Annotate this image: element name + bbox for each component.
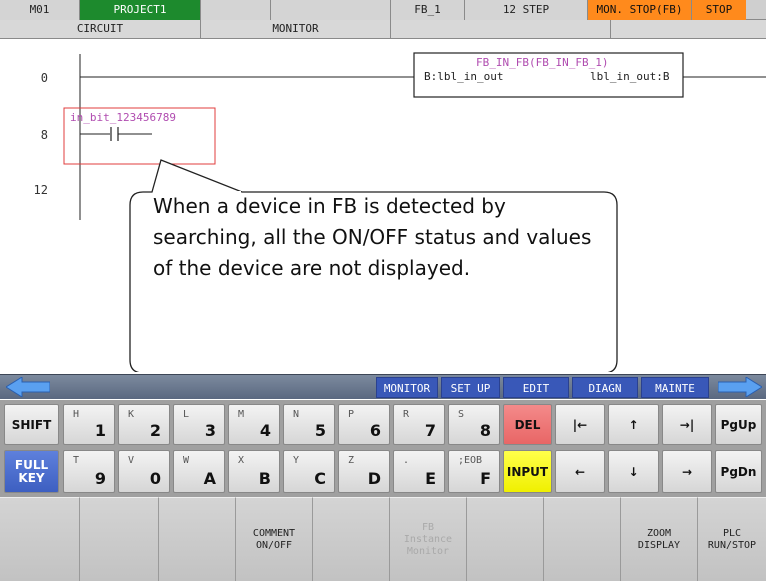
status-cell-empty <box>201 0 271 20</box>
tab-edit[interactable]: EDIT <box>503 377 569 398</box>
key-6[interactable]: P 6 <box>338 404 390 445</box>
softkey-1[interactable] <box>0 497 80 581</box>
comment-on-off-button[interactable]: COMMENT ON/OFF <box>236 497 313 581</box>
view-header-empty <box>391 20 611 38</box>
key-a[interactable]: W A <box>173 450 225 493</box>
circuit-label: CIRCUIT <box>0 20 201 38</box>
right-arrow-key[interactable]: → <box>662 450 712 493</box>
ladder-diagram[interactable]: 0 8 12 FB_IN_FB(FB_IN_FB_1) B:lbl_in_out… <box>0 40 766 372</box>
status-bar: M01 PROJECT1 FB_1 12 STEP MON. STOP(FB) … <box>0 0 766 20</box>
key-1[interactable]: H 1 <box>63 404 115 445</box>
end-key[interactable]: →| <box>662 404 712 445</box>
monitor-label: MONITOR <box>201 20 391 38</box>
project-name: PROJECT1 <box>80 0 201 20</box>
left-arrow-key[interactable]: ← <box>555 450 605 493</box>
status-cell-empty <box>271 0 391 20</box>
key-d[interactable]: Z D <box>338 450 390 493</box>
softkey-2[interactable] <box>80 497 159 581</box>
tab-mainte[interactable]: MAINTE <box>641 377 709 398</box>
plc-status-badge: STOP <box>692 0 746 20</box>
fb-input-label: B:lbl_in_out <box>424 70 504 83</box>
step-number: 8 <box>40 128 48 142</box>
step-number: 12 <box>33 183 48 197</box>
step-count: 12 STEP <box>465 0 588 20</box>
key-3[interactable]: L 3 <box>173 404 225 445</box>
softkey-3[interactable] <box>159 497 236 581</box>
view-header: CIRCUIT MONITOR <box>0 20 766 39</box>
arrow-left-icon[interactable] <box>6 377 50 397</box>
tab-monitor[interactable]: MONITOR <box>376 377 438 398</box>
page-up-key[interactable]: PgUp <box>715 404 762 445</box>
plc-run-stop-button[interactable]: PLC RUN/STOP <box>698 497 766 581</box>
key-8[interactable]: S 8 <box>448 404 500 445</box>
key-5[interactable]: N 5 <box>283 404 335 445</box>
fb-output-label: lbl_in_out:B <box>590 70 670 83</box>
function-tab-bar: MONITOR SET UP EDIT DIAGN MAINTE <box>0 374 766 399</box>
monitor-mode-badge: MON. STOP(FB) <box>588 0 692 20</box>
arrow-right-icon[interactable] <box>718 377 762 397</box>
key-7[interactable]: R 7 <box>393 404 445 445</box>
home-key[interactable]: |← <box>555 404 605 445</box>
shift-key[interactable]: SHIFT <box>4 404 59 445</box>
fb-name: FB_1 <box>391 0 465 20</box>
contact-label: in_bit_123456789 <box>70 111 176 124</box>
delete-key[interactable]: DEL <box>503 404 552 445</box>
zoom-display-button[interactable]: ZOOM DISPLAY <box>621 497 698 581</box>
softkey-5[interactable] <box>313 497 390 581</box>
key-f[interactable]: ;EOB F <box>448 450 500 493</box>
step-number: 0 <box>40 71 48 85</box>
device-name: M01 <box>0 0 80 20</box>
page-down-key[interactable]: PgDn <box>715 450 762 493</box>
softkey-7[interactable] <box>467 497 544 581</box>
softkey-8[interactable] <box>544 497 621 581</box>
key-c[interactable]: Y C <box>283 450 335 493</box>
keyboard: SHIFT H 1 K 2 L 3 M 4 N 5 P 6 R 7 S 8 DE… <box>0 400 766 497</box>
fb-instance-monitor-button[interactable]: FB Instance Monitor <box>390 497 467 581</box>
tab-setup[interactable]: SET UP <box>441 377 500 398</box>
key-b[interactable]: X B <box>228 450 280 493</box>
key-4[interactable]: M 4 <box>228 404 280 445</box>
tab-diagn[interactable]: DIAGN <box>572 377 638 398</box>
input-key[interactable]: INPUT <box>503 450 552 493</box>
fb-block-title: FB_IN_FB(FB_IN_FB_1) <box>476 56 609 69</box>
key-e[interactable]: . E <box>393 450 445 493</box>
down-arrow-key[interactable]: ↓ <box>608 450 659 493</box>
view-header-empty <box>611 20 766 38</box>
callout-text: When a device in FB is detected by searc… <box>153 194 592 280</box>
up-arrow-key[interactable]: ↑ <box>608 404 659 445</box>
key-0[interactable]: V 0 <box>118 450 170 493</box>
soft-key-bar: COMMENT ON/OFF FB Instance Monitor ZOOM … <box>0 497 766 581</box>
full-key-button[interactable]: FULL KEY <box>4 450 59 493</box>
key-9[interactable]: T 9 <box>63 450 115 493</box>
key-2[interactable]: K 2 <box>118 404 170 445</box>
